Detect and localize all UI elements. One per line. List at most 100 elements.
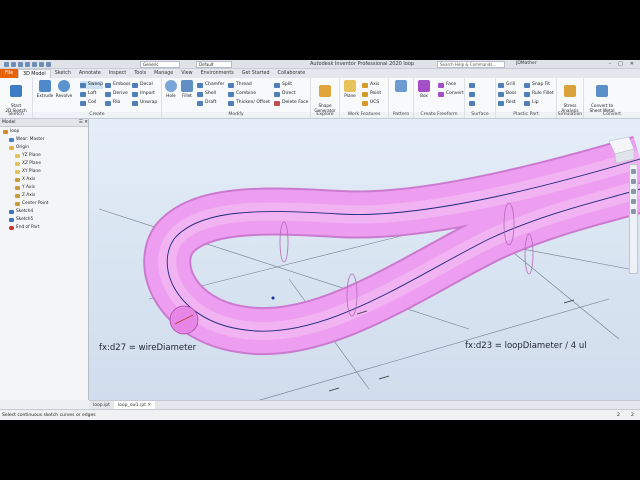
sweep-button[interactable]: Sweep xyxy=(80,81,103,89)
tab-environments[interactable]: Environments xyxy=(197,69,238,78)
direct-button[interactable]: Direct xyxy=(274,90,295,98)
start-2d-sketch-button[interactable]: Start 2D Sketch xyxy=(4,80,28,113)
close-icon[interactable]: ✕ xyxy=(630,61,634,67)
browser-item[interactable]: loop xyxy=(0,128,88,136)
browser-item[interactable]: Origin xyxy=(0,144,88,152)
unwrap-button[interactable]: Unwrap xyxy=(132,99,157,107)
document-tab-loop-sw1-label: loop_sw1.ipt xyxy=(117,403,146,408)
home-icon[interactable] xyxy=(39,61,44,67)
shell-button[interactable]: Shell xyxy=(197,90,216,98)
simulation-panel-label: Simulation xyxy=(557,112,583,118)
browser-item[interactable]: Y Axis xyxy=(0,184,88,192)
browser-item[interactable]: Z Axis xyxy=(0,192,88,200)
point-icon xyxy=(15,202,20,206)
undo-icon[interactable] xyxy=(25,61,30,67)
point-button[interactable]: Point xyxy=(362,90,381,98)
maximize-icon[interactable]: □ xyxy=(618,61,623,67)
rest-button[interactable]: Rest xyxy=(498,99,516,107)
tab-sketch[interactable]: Sketch xyxy=(51,69,75,78)
lip-button[interactable]: Lip xyxy=(524,99,539,107)
plane-button[interactable]: Plane xyxy=(338,80,362,98)
tab-inspect[interactable]: Inspect xyxy=(105,69,130,78)
status-count-2: 2 xyxy=(631,413,634,418)
box-button[interactable]: Box xyxy=(412,80,436,98)
status-bar: Select continuous sketch curves or edges… xyxy=(0,409,640,420)
surface-tool-2[interactable] xyxy=(469,90,477,98)
tab-get-started[interactable]: Get Started xyxy=(238,69,274,78)
thread-button[interactable]: Thread xyxy=(228,81,252,89)
browser-item[interactable]: Wear: Master xyxy=(0,136,88,144)
graphics-viewport[interactable]: fx:d27 = wireDiameter fx:d23 = loopDiame… xyxy=(89,119,640,400)
tab-manage[interactable]: Manage xyxy=(150,69,177,78)
loft-button[interactable]: Loft xyxy=(80,90,96,98)
shape-generator-button[interactable]: Shape Generator xyxy=(313,80,337,113)
snap-fit-button[interactable]: Snap Fit xyxy=(524,81,550,89)
browser-item[interactable]: YZ Plane xyxy=(0,152,88,160)
browser-item[interactable]: X Axis xyxy=(0,176,88,184)
pattern-button[interactable] xyxy=(389,80,413,93)
close-tab-icon[interactable]: ✕ xyxy=(147,403,151,408)
search-help-input[interactable]: Search Help & Commands... xyxy=(437,61,505,68)
browser-item[interactable]: Sketch4 xyxy=(0,208,88,216)
convert-button[interactable]: Convert xyxy=(438,90,464,98)
tab-3d-model[interactable]: 3D Model xyxy=(18,68,51,79)
delete-face-button[interactable]: Delete Face xyxy=(274,99,308,107)
browser-title[interactable]: Model xyxy=(2,119,16,126)
rib-button[interactable]: Rib xyxy=(105,99,120,107)
style-dropdown[interactable]: Default xyxy=(196,61,232,68)
grill-button[interactable]: Grill xyxy=(498,81,515,89)
revolve-button[interactable]: Revolve xyxy=(52,80,76,98)
pan-icon[interactable] xyxy=(631,179,636,184)
decal-button[interactable]: Decal xyxy=(132,81,153,89)
redo-icon[interactable] xyxy=(32,61,37,67)
convert-to-sheet-metal-button[interactable]: Convert to Sheet Metal xyxy=(586,80,618,113)
zoom-icon[interactable] xyxy=(631,189,636,194)
emboss-button[interactable]: Emboss xyxy=(105,81,131,89)
loop-diameter-annotation[interactable]: fx:d23 = loopDiameter / 4 ul xyxy=(465,341,587,351)
swept-tube-body[interactable] xyxy=(143,135,640,356)
look-at-icon[interactable] xyxy=(631,209,636,214)
tab-file[interactable]: File xyxy=(0,69,19,78)
save-icon[interactable] xyxy=(18,61,23,67)
new-icon[interactable] xyxy=(4,61,9,67)
model-canvas[interactable] xyxy=(89,119,640,400)
wire-diameter-annotation[interactable]: fx:d27 = wireDiameter xyxy=(99,343,196,353)
import-button[interactable]: Import xyxy=(132,90,155,98)
minimize-icon[interactable]: – xyxy=(609,61,612,67)
ucs-button[interactable]: UCS xyxy=(362,99,379,107)
browser-item[interactable]: Sketch5 xyxy=(0,216,88,224)
split-button[interactable]: Split xyxy=(274,81,292,89)
fillet-button[interactable]: Fillet xyxy=(175,80,199,98)
surface-tool-1[interactable] xyxy=(469,81,477,89)
orbit-icon[interactable] xyxy=(631,199,636,204)
open-icon[interactable] xyxy=(11,61,16,67)
draft-button[interactable]: Draft xyxy=(197,99,216,107)
axis-button[interactable]: Axis xyxy=(362,81,379,89)
derive-button[interactable]: Derive xyxy=(105,90,128,98)
return-icon[interactable] xyxy=(46,61,51,67)
tab-view[interactable]: View xyxy=(177,69,196,78)
appearance-dropdown[interactable]: Generic xyxy=(140,61,180,68)
browser-menu-icon[interactable]: ☰ ✕ xyxy=(79,119,88,126)
user-account[interactable]: JDMather xyxy=(516,61,537,66)
steering-wheel-icon[interactable] xyxy=(631,169,636,174)
tab-collaborate[interactable]: Collaborate xyxy=(274,69,310,78)
browser-item-label: X Axis xyxy=(22,177,36,182)
tab-annotate[interactable]: Annotate xyxy=(75,69,105,78)
thicken-offset-button[interactable]: Thicken/ Offset xyxy=(228,99,270,107)
coil-button[interactable]: Coil xyxy=(80,99,96,107)
stress-analysis-button[interactable]: Stress Analysis xyxy=(558,80,582,113)
surface-tool-3[interactable] xyxy=(469,99,477,107)
combine-button[interactable]: Combine xyxy=(228,90,256,98)
chamfer-button[interactable]: Chamfer xyxy=(197,81,224,89)
rule-fillet-button[interactable]: Rule Fillet xyxy=(524,90,554,98)
browser-item[interactable]: XZ Plane xyxy=(0,160,88,168)
browser-item[interactable]: XY Plane xyxy=(0,168,88,176)
face-button[interactable]: Face xyxy=(438,81,456,89)
profile-circle[interactable] xyxy=(169,305,199,335)
tab-tools[interactable]: Tools xyxy=(130,69,150,78)
center-point[interactable] xyxy=(271,296,275,300)
browser-item[interactable]: Center Point xyxy=(0,200,88,208)
boss-button[interactable]: Boss xyxy=(498,90,517,98)
browser-item[interactable]: End of Part xyxy=(0,224,88,232)
